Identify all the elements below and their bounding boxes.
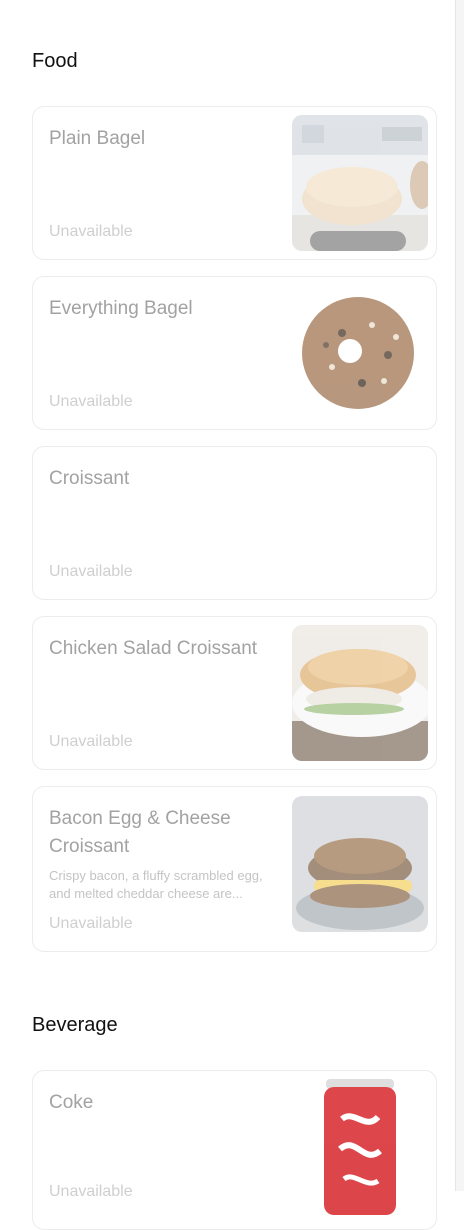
item-name: Coke [49, 1092, 94, 1113]
section-title-beverage: Beverage [32, 1014, 118, 1036]
menu-item-coke[interactable]: Coke Unavailable [32, 1070, 437, 1230]
item-description: Crispy bacon, a fluffy scrambled egg, an… [49, 868, 263, 901]
menu-item-everything-bagel[interactable]: Everything Bagel Unavailable [32, 276, 437, 430]
item-status: Unavailable [49, 563, 133, 580]
item-status: Unavailable [49, 1183, 133, 1200]
menu-item-chicken-salad-croissant[interactable]: Chicken Salad Croissant Unavailable [32, 616, 437, 770]
item-status: Unavailable [49, 223, 133, 240]
menu-item-bacon-egg-cheese-croissant[interactable]: Bacon Egg & Cheese Croissant Crispy baco… [32, 786, 437, 952]
item-status: Unavailable [49, 733, 133, 750]
scrollbar[interactable] [455, 0, 464, 1191]
item-name: Everything Bagel [49, 298, 193, 319]
section-title-food: Food [32, 50, 78, 72]
everything-bagel-image [292, 285, 428, 421]
item-name: Chicken Salad Croissant [49, 638, 258, 659]
chicken-salad-croissant-image [292, 625, 428, 761]
bacon-egg-cheese-croissant-image [292, 796, 428, 932]
item-name: Croissant [49, 468, 130, 489]
coke-can-image [292, 1079, 428, 1215]
menu-item-plain-bagel[interactable]: Plain Bagel Unavailable [32, 106, 437, 260]
item-status: Unavailable [49, 915, 133, 932]
item-status: Unavailable [49, 393, 133, 410]
plain-bagel-image [292, 115, 428, 251]
menu-item-croissant[interactable]: Croissant Unavailable [32, 446, 437, 600]
item-name: Bacon Egg & Cheese Croissant [49, 808, 231, 857]
item-name: Plain Bagel [49, 128, 146, 149]
